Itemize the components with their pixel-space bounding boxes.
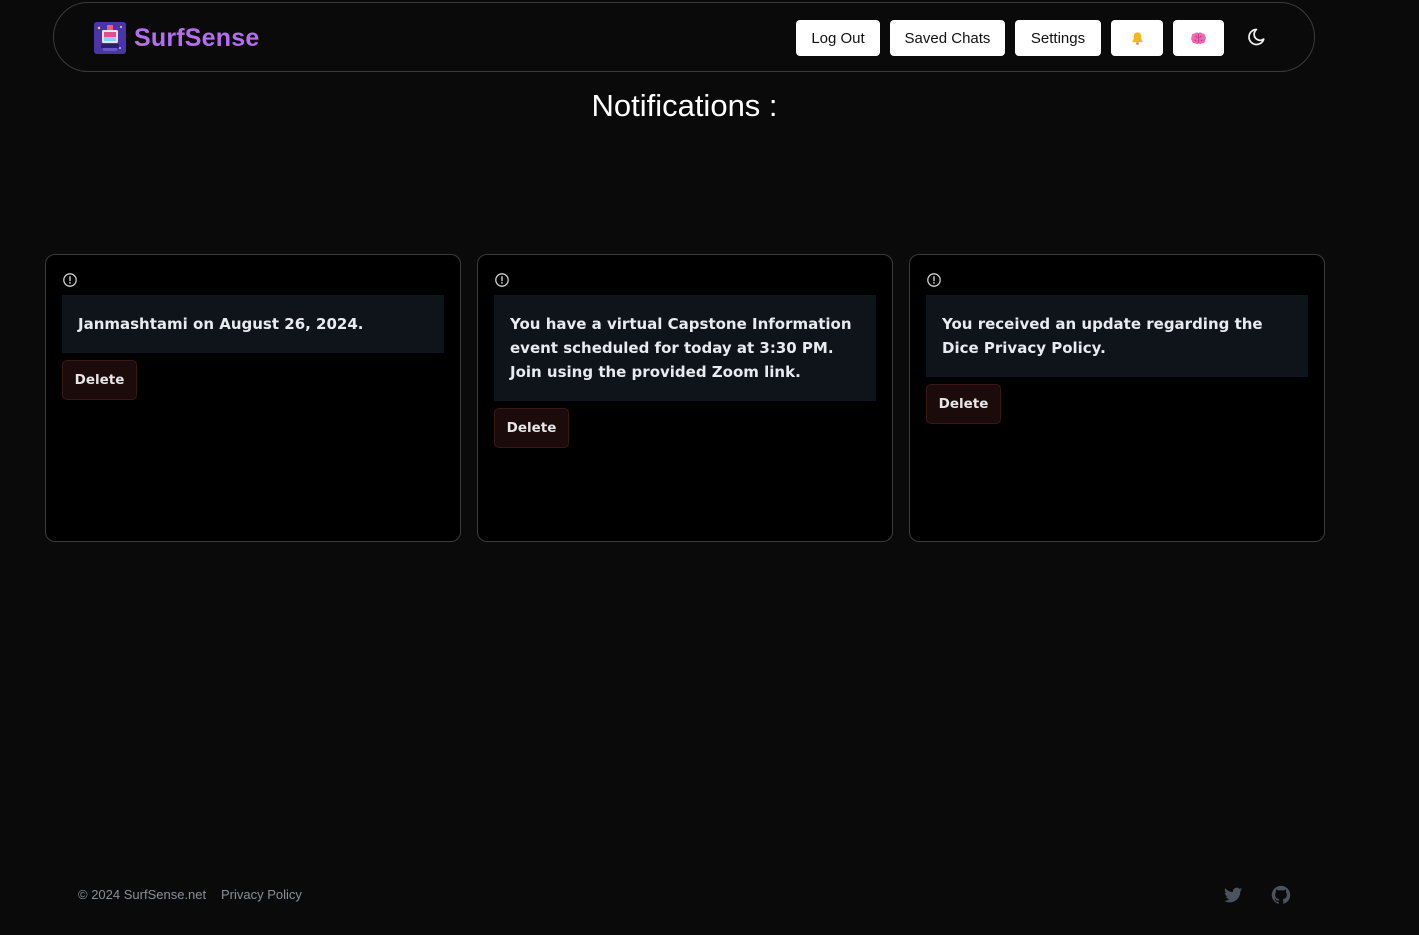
privacy-policy-link[interactable]: Privacy Policy — [221, 887, 302, 902]
settings-button[interactable]: Settings — [1015, 20, 1101, 56]
saved-chats-button[interactable]: Saved Chats — [890, 20, 1005, 56]
notification-card: You have a virtual Capstone Information … — [477, 254, 893, 542]
footer-copyright: © 2024 SurfSense.net — [78, 887, 207, 902]
twitter-icon[interactable] — [1222, 884, 1244, 906]
info-icon — [495, 273, 509, 287]
delete-button[interactable]: Delete — [494, 408, 569, 448]
brain-icon — [1191, 32, 1206, 44]
brand-link[interactable]: SurfSense — [94, 22, 259, 54]
page-title: Notifications : — [591, 88, 778, 123]
brand-name: SurfSense — [134, 23, 260, 52]
page: SurfSense Log Out Saved Chats Settings N… — [0, 0, 1419, 935]
notification-message: You received an update regarding the Dic… — [926, 295, 1308, 377]
info-icon — [63, 273, 77, 287]
delete-button[interactable]: Delete — [926, 384, 1001, 424]
notification-message: You have a virtual Capstone Information … — [494, 295, 876, 401]
moon-icon[interactable] — [1244, 25, 1268, 49]
notification-card: Janmashtami on August 26, 2024. Delete — [45, 254, 461, 542]
info-icon — [927, 273, 941, 287]
bell-icon — [1131, 31, 1143, 45]
logout-button[interactable]: Log Out — [796, 20, 880, 56]
notification-message: Janmashtami on August 26, 2024. — [62, 295, 444, 353]
github-icon[interactable] — [1270, 884, 1292, 906]
top-navbar: SurfSense Log Out Saved Chats Settings — [53, 2, 1315, 72]
delete-button[interactable]: Delete — [62, 360, 137, 400]
surfsense-logo-icon — [94, 22, 126, 54]
notification-card: You received an update regarding the Dic… — [909, 254, 1325, 542]
brain-button[interactable] — [1173, 20, 1224, 56]
notifications-button[interactable] — [1111, 20, 1163, 56]
